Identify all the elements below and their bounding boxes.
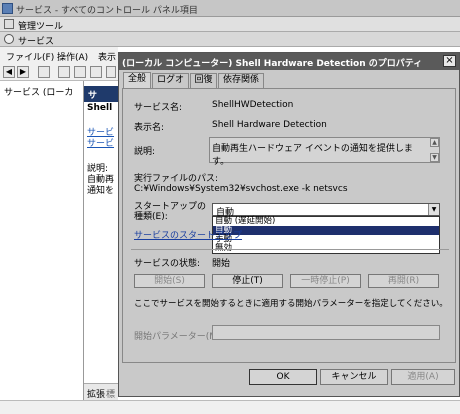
service-detail-pane: サ Shell サービ サービ 説明: 自動再 通知を (84, 81, 118, 400)
menu-file[interactable]: ファイル(F) (6, 50, 54, 63)
cancel-button[interactable]: キャンセル (320, 369, 388, 385)
admin-tools-titlebar: 管理ツール (0, 17, 460, 32)
forward-icon[interactable]: ▶ (17, 66, 29, 78)
admin-tools-title: 管理ツール (18, 22, 64, 32)
stop-button[interactable]: 停止(T) (212, 274, 283, 288)
tab-dependencies[interactable]: 依存関係 (218, 73, 264, 88)
display-name-value: Shell Hardware Detection (212, 120, 327, 130)
status-label: サービスの状態: (134, 259, 201, 269)
resume-button[interactable]: 再開(R) (368, 274, 439, 288)
general-tab-panel: サービス名: ShellHWDetection 表示名: Shell Hardw… (122, 88, 456, 363)
parameters-note: ここでサービスを開始するときに適用する開始パラメーターを指定してください。 (134, 299, 448, 309)
toolbar: ◀ ▶ (0, 63, 118, 81)
tab-recovery[interactable]: 回復 (190, 73, 217, 88)
parameters-label: 開始パラメーター(M): (134, 332, 224, 342)
tab-logon[interactable]: ログオン (152, 73, 189, 98)
console-tree: サービス (ローカ (0, 81, 84, 400)
status-bar (0, 400, 460, 414)
services-title: サービス (18, 37, 55, 47)
properties-icon[interactable] (58, 66, 70, 78)
services-app-icon (2, 3, 13, 14)
view-tabs: 拡張 標準 (84, 383, 118, 413)
link-restart-service[interactable]: サービ (87, 136, 114, 149)
menu-view[interactable]: 表示 (98, 50, 116, 63)
description-value: 自動再生ハードウェア イベントの通知を提供します。 (212, 144, 413, 167)
service-name-label: サービス名: (134, 103, 183, 113)
refresh-icon[interactable] (74, 66, 86, 78)
tab-extended[interactable]: 拡張 (87, 387, 105, 400)
pause-button[interactable]: 一時停止(P) (290, 274, 361, 288)
menu-action[interactable]: 操作(A) (57, 50, 88, 63)
display-name-label: 表示名: (134, 123, 165, 133)
path-label: 実行ファイルのパス: (134, 174, 219, 184)
chevron-down-icon[interactable]: ▼ (428, 204, 439, 215)
separator (131, 249, 449, 250)
console-tree-icon[interactable] (38, 66, 50, 78)
window-titlebar: サービス - すべてのコントロール パネル項目 (0, 0, 460, 17)
status-value: 開始 (212, 259, 231, 269)
close-icon[interactable]: × (443, 55, 456, 67)
tree-item-services[interactable]: サービス (ローカ (4, 85, 73, 98)
apply-button[interactable]: 適用(A) (391, 369, 455, 385)
tab-general[interactable]: 全般 (123, 72, 151, 89)
option-auto-delayed[interactable]: 自動 (遅延開始) (213, 217, 439, 226)
pane-header: サ (84, 86, 118, 102)
help-icon[interactable] (106, 66, 116, 78)
startup-help-link[interactable]: サービスのスタートアップ (134, 228, 242, 241)
dialog-title: (ローカル コンピューター) Shell Hardware Detection … (122, 59, 423, 69)
ok-button[interactable]: OK (249, 369, 317, 385)
description-field[interactable]: 自動再生ハードウェア イベントの通知を提供します。 ▲ ▼ (209, 137, 440, 167)
services-titlebar: サービス (0, 32, 460, 47)
description-field-label: 説明: (134, 147, 156, 157)
admin-tools-icon (4, 19, 14, 29)
selected-service-name: Shell (87, 103, 113, 113)
properties-dialog: (ローカル コンピューター) Shell Hardware Detection … (118, 52, 460, 397)
start-button[interactable]: 開始(S) (134, 274, 205, 288)
service-name-value: ShellHWDetection (212, 100, 294, 110)
parameters-input[interactable] (212, 325, 440, 340)
scroll-down-icon[interactable]: ▼ (430, 153, 439, 162)
description-text-2: 通知を (87, 186, 115, 196)
option-manual[interactable]: 手動 (213, 235, 439, 244)
path-value: C:¥Windows¥System32¥svchost.exe -k netsv… (134, 184, 348, 194)
back-icon[interactable]: ◀ (3, 66, 15, 78)
window-title: サービス - すべてのコントロール パネル項目 (16, 6, 198, 16)
option-auto[interactable]: 自動 (213, 226, 439, 235)
export-icon[interactable] (90, 66, 102, 78)
dialog-titlebar: (ローカル コンピューター) Shell Hardware Detection … (119, 53, 459, 70)
gear-icon (4, 34, 14, 44)
startup-type-select[interactable]: 自動 ▼ (212, 203, 440, 218)
startup-type-label-2: 種類(E): (134, 212, 168, 222)
menubar: ファイル(F) 操作(A) 表示 (0, 47, 118, 63)
scroll-up-icon[interactable]: ▲ (430, 138, 439, 147)
